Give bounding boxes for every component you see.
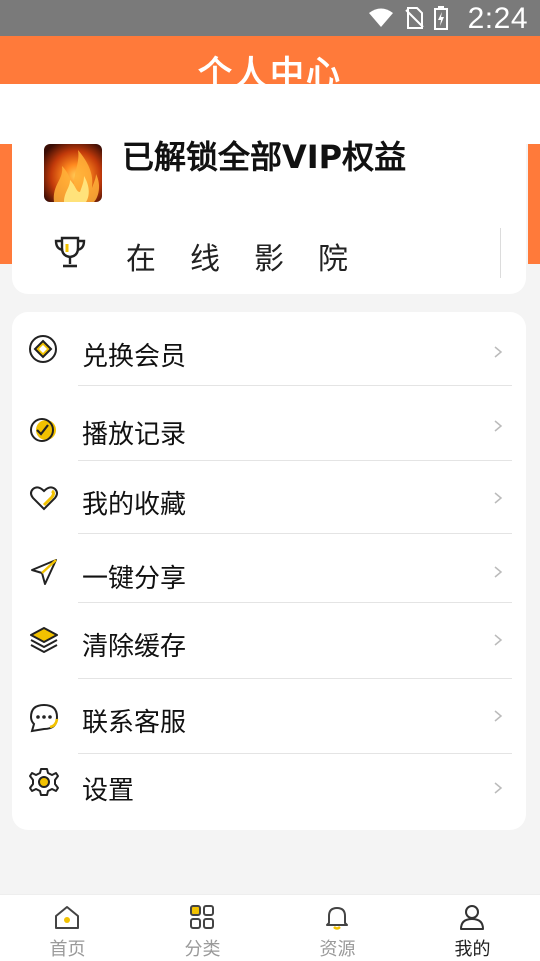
avatar[interactable] [44, 144, 102, 202]
nav-label: 我的 [454, 939, 491, 960]
grid-icon [190, 905, 214, 929]
trophy-icon [54, 236, 86, 268]
nav-label: 首页 [49, 939, 86, 960]
menu-item-label: 播放记录 [82, 420, 187, 450]
chat-bubble-icon [29, 703, 59, 733]
bell-icon [326, 907, 348, 930]
heart-icon [30, 486, 58, 511]
decor-right [528, 144, 540, 264]
cinema-label[interactable]: 在线影院 [126, 234, 382, 278]
fire-icon [53, 150, 100, 202]
menu-item-redeem-vip[interactable]: 兑换会员 [12, 316, 526, 386]
chevron-right-icon [494, 492, 503, 504]
chevron-right-icon [494, 634, 503, 646]
status-bar: 2:24 [0, 0, 540, 36]
chevron-right-icon [494, 566, 503, 578]
vip-status-text: 已解锁全部VIP权益 [122, 138, 407, 176]
menu-item-customer-service[interactable]: 联系客服 [12, 684, 526, 754]
menu-item-label: 联系客服 [82, 708, 187, 738]
nav-home[interactable]: 首页 [0, 895, 135, 961]
menu-item-favorites[interactable]: 我的收藏 [12, 466, 526, 536]
nav-label: 资源 [319, 939, 356, 960]
check-circle-icon [30, 418, 56, 442]
nav-mine[interactable]: 我的 [405, 895, 540, 961]
divider [500, 228, 501, 278]
bottom-nav: 首页 分类 资源 我的 [0, 894, 540, 961]
layers-icon [30, 627, 58, 653]
menu-card: 兑换会员 播放记录 我的收藏 一键分享 清除缓存 联系客服 设置 [12, 312, 526, 830]
menu-item-settings[interactable]: 设置 [12, 756, 526, 826]
separator [78, 533, 512, 534]
wifi-icon [369, 8, 393, 27]
home-icon [55, 906, 79, 929]
user-icon [460, 905, 484, 930]
no-sim-icon [405, 7, 424, 29]
separator [78, 678, 512, 679]
menu-item-share[interactable]: 一键分享 [12, 540, 526, 610]
menu-item-play-history[interactable]: 播放记录 [12, 394, 526, 464]
send-arrow-icon [31, 559, 57, 585]
separator [78, 602, 512, 603]
nav-category[interactable]: 分类 [135, 895, 270, 961]
nav-resources[interactable]: 资源 [270, 895, 405, 961]
status-time: 2:24 [467, 2, 528, 35]
menu-item-clear-cache[interactable]: 清除缓存 [12, 608, 526, 678]
menu-item-label: 设置 [82, 776, 135, 806]
chevron-right-icon [494, 346, 503, 358]
nav-label: 分类 [184, 939, 221, 960]
gear-icon [29, 768, 59, 796]
chevron-right-icon [494, 782, 503, 794]
chevron-right-icon [494, 420, 503, 432]
menu-item-label: 我的收藏 [82, 490, 187, 520]
menu-item-label: 一键分享 [82, 564, 187, 594]
menu-item-label: 兑换会员 [82, 342, 187, 372]
chevron-right-icon [494, 710, 503, 722]
separator [78, 753, 512, 754]
menu-item-label: 清除缓存 [82, 632, 187, 662]
page-title: 个人中心 [198, 54, 342, 84]
separator [78, 460, 512, 461]
status-icons [368, 6, 448, 30]
exchange-diamond-icon [29, 335, 57, 363]
battery-icon [434, 6, 448, 30]
separator [78, 385, 512, 386]
page-header: 个人中心 [0, 36, 540, 84]
decor-left [0, 144, 12, 264]
profile-card[interactable]: 已解锁全部VIP权益 在线影院 [12, 118, 526, 294]
